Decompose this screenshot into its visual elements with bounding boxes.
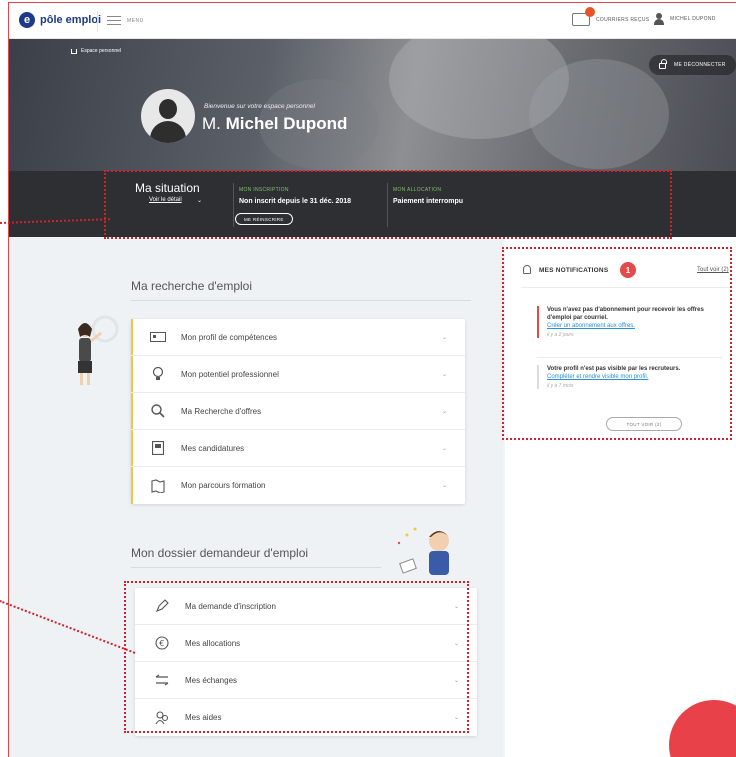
- mail-label: COURRIERS REÇUS: [596, 16, 650, 23]
- hero-background-shape: [529, 59, 669, 169]
- recherche-item[interactable]: Ma Recherche d'offres ⌄: [131, 393, 465, 430]
- recherche-item[interactable]: Mon profil de compétences ⌄: [131, 319, 465, 356]
- logo-mark-icon: e: [19, 12, 35, 28]
- topbar-divider: [97, 11, 98, 31]
- breadcrumb-label: Espace personnel: [81, 48, 122, 54]
- section-divider: [131, 300, 471, 301]
- section-divider: [131, 567, 381, 568]
- user-name-label: MICHEL DUPOND: [670, 16, 716, 22]
- pole-emploi-logo[interactable]: e pôle emploi: [19, 12, 101, 28]
- hero-banner: Espace personnel ME DÉCONNECTER Bienvenu…: [9, 39, 736, 171]
- user-icon: [654, 13, 664, 25]
- recherche-card: Mon profil de compétences ⌄ Mon potentie…: [131, 319, 465, 504]
- welcome-text: Bienvenue sur votre espace personnel: [204, 103, 315, 110]
- title-prefix: M.: [202, 114, 226, 133]
- logout-label: ME DÉCONNECTER: [674, 62, 726, 68]
- recherche-item-label: Mes candidatures: [181, 443, 245, 453]
- user-full-name: Michel Dupond: [225, 114, 348, 133]
- highlight-notifications-box: [502, 247, 732, 440]
- man-illustration: [397, 527, 449, 575]
- recherche-item-label: Ma Recherche d'offres: [181, 406, 262, 416]
- chevron-down-icon: ⌄: [441, 371, 447, 378]
- avatar-body: [150, 121, 186, 143]
- search-icon: [149, 402, 167, 420]
- chevron-down-icon: ⌄: [441, 445, 447, 452]
- chevron-down-icon: ⌄: [441, 334, 447, 341]
- item-accent-bar: [131, 430, 133, 466]
- recherche-item[interactable]: Mon parcours formation ⌄: [131, 467, 465, 504]
- user-menu[interactable]: MICHEL DUPOND: [654, 13, 716, 25]
- breadcrumb[interactable]: Espace personnel: [71, 48, 121, 54]
- highlight-situation-box: [104, 170, 672, 239]
- map-icon: [149, 477, 167, 495]
- document-icon: [149, 439, 167, 457]
- recherche-item-label: Mon profil de compétences: [181, 332, 278, 342]
- hamburger-icon: [107, 16, 121, 25]
- avatar: [141, 89, 195, 143]
- item-accent-bar: [131, 356, 133, 392]
- top-bar: e pôle emploi MENU COURRIERS REÇUS MICHE…: [9, 3, 736, 39]
- menu-label: MENU: [127, 17, 144, 24]
- mail-icon: [572, 7, 595, 26]
- recherche-item-label: Mon potentiel professionnel: [181, 369, 279, 379]
- item-accent-bar: [131, 393, 133, 429]
- page-title: M. Michel Dupond: [202, 114, 347, 134]
- id-card-icon: [149, 328, 167, 346]
- mail-notification-dot: [585, 7, 595, 17]
- logout-button[interactable]: ME DÉCONNECTER: [649, 55, 736, 75]
- woman-illustration: [78, 315, 119, 385]
- recherche-item-label: Mon parcours formation: [181, 481, 266, 490]
- recherche-item[interactable]: Mes candidatures ⌄: [131, 430, 465, 467]
- home-icon: [71, 48, 77, 54]
- recherche-section-title: Ma recherche d'emploi: [131, 279, 253, 293]
- chevron-down-icon: ⌄: [441, 408, 447, 415]
- menu-button[interactable]: MENU: [107, 16, 144, 25]
- lock-icon: [659, 59, 667, 69]
- logo-text: pôle emploi: [40, 14, 102, 26]
- lightbulb-icon: [149, 365, 167, 383]
- avatar-head: [159, 99, 177, 119]
- dossier-section-title: Mon dossier demandeur d'emploi: [131, 546, 309, 560]
- chevron-down-icon: ⌄: [441, 483, 447, 489]
- highlight-dossier-box: [124, 581, 469, 733]
- recherche-item[interactable]: Mon potentiel professionnel ⌄: [131, 356, 465, 393]
- mail-button[interactable]: COURRIERS REÇUS: [572, 7, 650, 26]
- item-accent-bar: [131, 319, 133, 355]
- item-accent-bar: [131, 467, 133, 504]
